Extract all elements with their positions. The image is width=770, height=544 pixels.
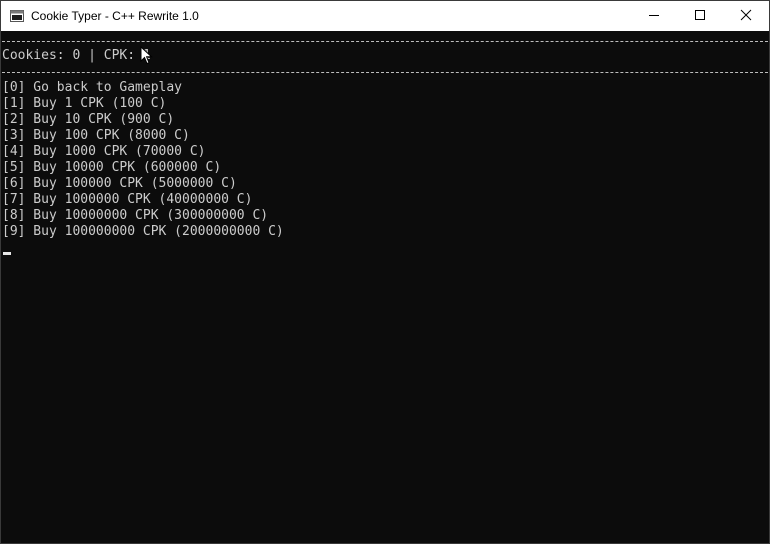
menu-option-5: [5] Buy 10000 CPK (600000 C) bbox=[2, 160, 222, 175]
console-app-icon bbox=[10, 10, 24, 22]
status-line: Cookies: 0 | CPK: 1 bbox=[2, 48, 151, 63]
menu-option-9: [9] Buy 100000000 CPK (2000000000 C) bbox=[2, 224, 284, 239]
minimize-icon bbox=[648, 9, 660, 24]
menu-option-6: [6] Buy 100000 CPK (5000000 C) bbox=[2, 176, 237, 191]
separator-top bbox=[2, 41, 768, 42]
console-output[interactable]: Cookies: 0 | CPK: 1 [0] Go back to Gamep… bbox=[1, 32, 769, 543]
close-icon bbox=[740, 9, 752, 24]
menu-option-4: [4] Buy 1000 CPK (70000 C) bbox=[2, 144, 206, 159]
text-cursor bbox=[3, 252, 11, 255]
menu-option-3: [3] Buy 100 CPK (8000 C) bbox=[2, 128, 190, 143]
window-title: Cookie Typer - C++ Rewrite 1.0 bbox=[31, 9, 199, 23]
maximize-button[interactable] bbox=[677, 1, 723, 31]
menu-option-7: [7] Buy 1000000 CPK (40000000 C) bbox=[2, 192, 253, 207]
mouse-pointer-icon bbox=[140, 45, 154, 66]
menu-option-1: [1] Buy 1 CPK (100 C) bbox=[2, 96, 167, 111]
maximize-icon bbox=[694, 9, 706, 24]
separator-bottom bbox=[2, 72, 768, 73]
menu-option-8: [8] Buy 10000000 CPK (300000000 C) bbox=[2, 208, 269, 223]
title-bar[interactable]: Cookie Typer - C++ Rewrite 1.0 bbox=[1, 1, 769, 31]
close-button[interactable] bbox=[723, 1, 769, 31]
menu-option-2: [2] Buy 10 CPK (900 C) bbox=[2, 112, 175, 127]
minimize-button[interactable] bbox=[631, 1, 677, 31]
console-window: Cookie Typer - C++ Rewrite 1.0 Cookies: … bbox=[0, 0, 770, 544]
menu-option-0: [0] Go back to Gameplay bbox=[2, 80, 183, 95]
